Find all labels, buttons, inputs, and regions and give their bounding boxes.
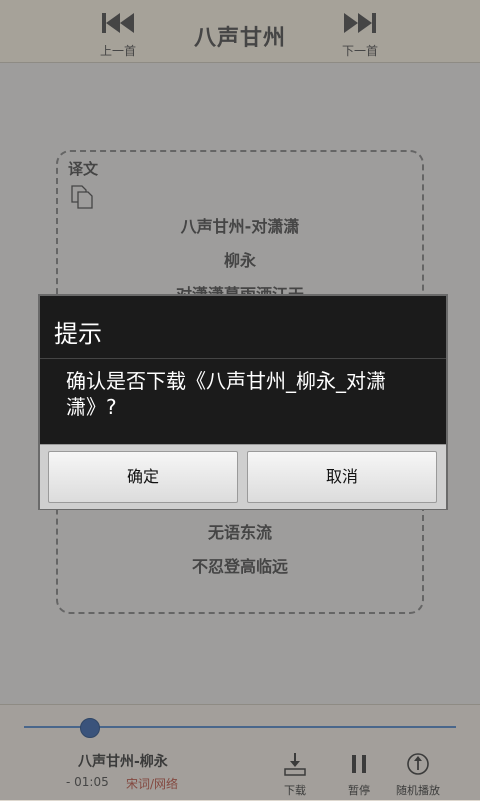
dialog-title: 提示: [54, 320, 102, 348]
app-root: 上一首 八声甘州 下一首 译文 八声甘州-对潇潇柳永对潇潇暮雨洒江天一番洗清秋渐…: [0, 0, 480, 801]
dialog-divider: [40, 358, 446, 359]
dialog-button-bar: 确定 取消: [40, 444, 446, 509]
download-confirm-dialog: 提示 确认是否下载《八声甘州_柳永_对潇潇》? 确定 取消: [38, 294, 448, 510]
cancel-button[interactable]: 取消: [247, 451, 437, 503]
confirm-button[interactable]: 确定: [48, 451, 238, 503]
dialog-message: 确认是否下载《八声甘州_柳永_对潇潇》?: [66, 369, 386, 419]
